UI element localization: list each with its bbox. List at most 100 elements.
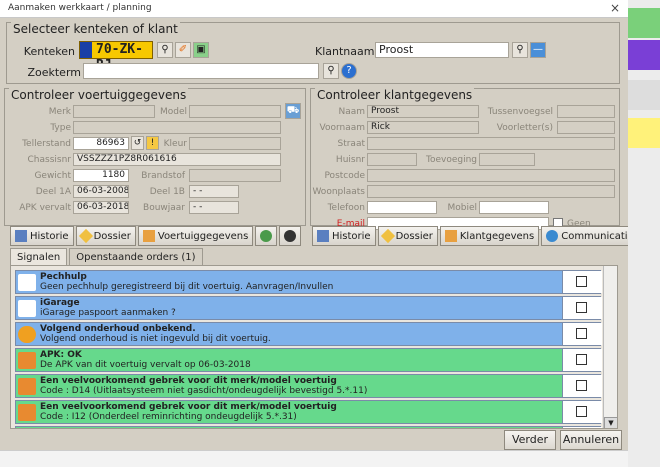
deel1a-field[interactable]: 06-03-2008 — [73, 185, 129, 198]
voornaam-label: Voornaam — [319, 123, 365, 133]
signal-row[interactable]: Een veelvoorkomend gebrek voor dit merk/… — [15, 400, 602, 424]
woonplaats-field[interactable] — [367, 185, 615, 198]
brandstof-label: Brandstof — [141, 171, 185, 181]
client-historie-button[interactable]: Historie — [312, 226, 376, 246]
history-icon — [15, 230, 27, 242]
postcode-field[interactable] — [367, 169, 615, 182]
signal-checkbox[interactable] — [576, 406, 587, 417]
brush-icon[interactable]: ✐ — [175, 42, 191, 58]
search-icon[interactable]: ⚲ — [512, 42, 528, 58]
verder-button[interactable]: Verder — [504, 430, 556, 450]
gewicht-label: Gewicht — [34, 171, 71, 181]
signal-row[interactable]: Een veelvoorkomend gebrek voor dit merk/… — [15, 426, 602, 428]
deel1a-label: Deel 1A — [35, 187, 71, 197]
scrollbar[interactable]: ▼ — [603, 266, 617, 428]
tussenvoegsel-field[interactable] — [557, 105, 615, 118]
warning-icon[interactable]: ! — [146, 136, 159, 150]
toevoeging-field[interactable] — [479, 153, 535, 166]
toevoeging-label: Toevoeging — [425, 155, 477, 165]
apk-field[interactable]: 06-03-2018 — [73, 201, 129, 214]
folder-icon — [380, 228, 395, 244]
annuleren-button[interactable]: Annuleren — [560, 430, 622, 450]
signal-title: Volgend onderhoud onbekend. — [40, 324, 196, 334]
signal-text: De APK van dit voertuig vervalt op 06-03… — [40, 360, 251, 370]
select-legend: Selecteer kenteken of klant — [11, 22, 180, 36]
pencil-icon — [444, 230, 457, 242]
voorletters-field[interactable] — [557, 121, 615, 134]
tab-openstaande-orders[interactable]: Openstaande orders (1) — [69, 248, 203, 266]
zoekterm-label: Zoekterm — [27, 66, 81, 79]
vehicle-voertuiggegevens-button[interactable]: Voertuiggegevens — [137, 226, 254, 246]
card-icon[interactable]: ▣ — [193, 42, 209, 58]
communicatie-button[interactable]: Communicatie — [541, 226, 639, 246]
signal-checkbox[interactable] — [576, 380, 587, 391]
signals-list: Pechhulp Geen pechhulp geregistreerd bij … — [10, 265, 618, 429]
model-field[interactable] — [189, 105, 281, 118]
signal-row[interactable]: APK: OK De APK van dit voertuig vervalt o… — [15, 348, 602, 372]
kenteken-plate-input[interactable]: 70-ZK-RJ — [79, 41, 153, 73]
signal-checkbox[interactable] — [576, 328, 587, 339]
select-group: Selecteer kenteken of klant Kenteken 70-… — [6, 22, 620, 84]
naam-label: Naam — [338, 107, 365, 117]
minus-icon[interactable]: — — [530, 42, 546, 58]
tab-signalen[interactable]: Signalen — [10, 248, 68, 266]
tire-button[interactable] — [279, 226, 302, 246]
signal-row[interactable]: Volgend onderhoud onbekend. Volgend onder… — [15, 322, 602, 346]
vehicle-dossier-button[interactable]: Dossier — [75, 226, 136, 246]
location-pin-icon — [18, 300, 36, 317]
signal-check-cell — [562, 427, 602, 428]
window-title: Aanmaken werkkaart / planning — [8, 3, 152, 13]
help-icon[interactable]: ? — [341, 63, 357, 79]
signal-checkbox[interactable] — [576, 276, 587, 287]
brush-icon — [18, 352, 36, 369]
signal-check-cell — [562, 349, 602, 371]
naam-field[interactable]: Proost — [367, 105, 479, 118]
kleur-field[interactable] — [189, 137, 281, 150]
zoekterm-input[interactable] — [83, 63, 319, 79]
signal-checkbox[interactable] — [576, 302, 587, 313]
signal-row[interactable]: Een veelvoorkomend gebrek voor dit merk/… — [15, 374, 602, 398]
chassisnr-field[interactable]: VSSZZZ1PZ8R061616 — [73, 153, 281, 166]
car-icon[interactable]: ⛟ — [285, 103, 301, 119]
signal-text: iGarage paspoort aanmaken ? — [40, 308, 176, 318]
tellerstand-field[interactable]: 86963 — [73, 137, 129, 150]
mobiel-field[interactable] — [479, 201, 549, 214]
client-dossier-button[interactable]: Dossier — [377, 226, 438, 246]
huisnr-label: Huisnr — [335, 155, 365, 165]
mobiel-label: Mobiel — [447, 203, 477, 213]
merk-field[interactable] — [73, 105, 155, 118]
main-window: Selecteer kenteken of klant Kenteken 70-… — [0, 18, 639, 450]
scroll-down-arrow[interactable]: ▼ — [604, 417, 617, 428]
gewicht-field[interactable]: 1180 — [73, 169, 129, 182]
straat-label: Straat — [337, 139, 365, 149]
deel1b-field[interactable]: - - — [189, 185, 239, 198]
signal-checkbox[interactable] — [576, 354, 587, 365]
history-icon[interactable]: ↺ — [131, 136, 144, 150]
client-klantgegevens-button[interactable]: Klantgegevens — [439, 226, 540, 246]
desktop-tile — [628, 8, 660, 38]
straat-field[interactable] — [367, 137, 615, 150]
deel1b-label: Deel 1B — [149, 187, 185, 197]
klantnaam-label: Klantnaam — [315, 45, 375, 58]
search-icon[interactable]: ⚲ — [323, 63, 339, 79]
klantnaam-input[interactable]: Proost — [375, 42, 509, 58]
vehicle-legend: Controleer voertuiggegevens — [9, 88, 189, 102]
tools-button[interactable] — [255, 226, 278, 246]
bouwjaar-field[interactable]: - - — [189, 201, 239, 214]
smiley-icon — [18, 326, 36, 343]
telefoon-label: Telefoon — [327, 203, 365, 213]
kleur-label: Kleur — [163, 139, 187, 149]
bottom-bar — [0, 450, 628, 467]
tussenvoegsel-label: Tussenvoegsel — [487, 107, 553, 117]
signal-text: Code : D14 (Uitlaatsysteem niet gasdicht… — [40, 386, 368, 396]
signal-row[interactable]: Pechhulp Geen pechhulp geregistreerd bij … — [15, 270, 602, 294]
telefoon-field[interactable] — [367, 201, 437, 214]
huisnr-field[interactable] — [367, 153, 417, 166]
type-field[interactable] — [73, 121, 281, 134]
brandstof-field[interactable] — [189, 169, 281, 182]
voornaam-field[interactable]: Rick — [367, 121, 479, 134]
signal-row[interactable]: iGarage iGarage paspoort aanmaken ? — [15, 296, 602, 320]
vehicle-historie-button[interactable]: Historie — [10, 226, 74, 246]
close-button[interactable]: × — [610, 1, 620, 15]
search-icon[interactable]: ⚲ — [157, 42, 173, 58]
